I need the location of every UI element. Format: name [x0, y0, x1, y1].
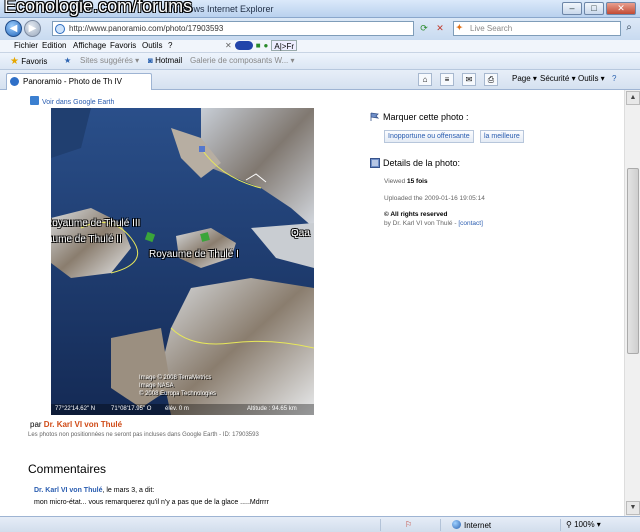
- label-thule-i: Royaume de Thulé I: [149, 249, 239, 260]
- minimize-button[interactable]: –: [562, 2, 582, 15]
- comment-text: mon micro-état... vous remarquerez qu'il…: [34, 499, 269, 506]
- latitude-readout: 77°22'14.62" N: [55, 406, 96, 412]
- hotmail-link[interactable]: ◙ Hotmail: [148, 56, 182, 65]
- hotmail-icon: ◙: [148, 56, 153, 65]
- favorites-button[interactable]: ★ Favoris: [10, 56, 47, 67]
- page-menu[interactable]: Page ▾: [512, 74, 537, 83]
- suggested-sites-link[interactable]: Sites suggérés ▾: [80, 56, 139, 65]
- comment-author-link[interactable]: Dr. Karl VI von Thulé: [34, 487, 102, 494]
- addon-green-icon[interactable]: ■: [256, 41, 261, 50]
- mark-photo-heading: Marquer cette photo :: [370, 112, 469, 122]
- status-divider: [560, 519, 561, 531]
- star-icon: ★: [10, 56, 19, 67]
- home-icon[interactable]: ⌂: [418, 73, 432, 86]
- menu-help[interactable]: ?: [168, 41, 172, 50]
- refresh-icon[interactable]: ⟳: [417, 21, 431, 36]
- maximize-button[interactable]: □: [584, 2, 604, 15]
- addon-badge-icon[interactable]: [234, 41, 253, 50]
- zoom-icon: ⚲: [566, 520, 572, 529]
- geo-note: Les photos non positionnées ne seront pa…: [28, 432, 259, 438]
- address-field[interactable]: http://www.panoramio.com/photo/17903593: [52, 21, 414, 36]
- feeds-icon[interactable]: ≡: [440, 73, 454, 86]
- menu-file[interactable]: Fichier: [14, 41, 38, 50]
- live-search-icon: ✦: [456, 23, 463, 32]
- scroll-thumb[interactable]: [627, 168, 639, 354]
- scroll-up-icon[interactable]: ▲: [626, 91, 640, 105]
- author-link[interactable]: Dr. Karl VI von Thulé: [44, 420, 122, 429]
- panoramio-icon: [10, 77, 19, 86]
- label-thule-ii: aume de Thulé II: [51, 234, 122, 245]
- mail-icon[interactable]: ✉: [462, 73, 476, 86]
- watermark: Econologie.com/forums: [4, 0, 193, 16]
- protected-mode-icon: ⚐: [405, 520, 413, 529]
- status-bar: ⚐ Internet ⚲ 100% ▾: [0, 516, 640, 532]
- zoom-control[interactable]: ⚲ 100% ▾: [566, 520, 601, 529]
- vertical-scrollbar[interactable]: ▲ ▼: [624, 90, 640, 516]
- add-favorite-icon[interactable]: ★: [64, 56, 71, 65]
- menu-view[interactable]: Affichage: [73, 41, 106, 50]
- satellite-image: [51, 108, 314, 415]
- address-toolbar: ◀ ▶ http://www.panoramio.com/photo/17903…: [0, 18, 640, 40]
- satellite-photo[interactable]: Royaume de Thulé III aume de Thulé II Ro…: [51, 108, 314, 415]
- menu-tools[interactable]: Outils: [142, 41, 162, 50]
- status-divider: [440, 519, 441, 531]
- map-copyright: Image © 2008 TerraMetrics Image NASA © 2…: [139, 375, 217, 397]
- flag-best-button[interactable]: la meilleure: [480, 130, 524, 143]
- url-text: http://www.panoramio.com/photo/17903593: [69, 24, 224, 33]
- upload-date: Uploaded the 2009-01-16 19:05:14: [384, 195, 485, 202]
- longitude-readout: 71°08'17.95" O: [111, 406, 152, 412]
- stop-icon[interactable]: ✕: [433, 21, 447, 36]
- scroll-down-icon[interactable]: ▼: [626, 501, 640, 515]
- comment-meta: Dr. Karl VI von Thulé, le mars 3, a dit:: [34, 487, 155, 494]
- gallery-link[interactable]: Galerie de composants W... ▾: [190, 56, 295, 65]
- title-bar: Windows Internet Explorer – □ ✕ Econolog…: [0, 0, 640, 18]
- flag-icon: [370, 112, 380, 121]
- contact-link[interactable]: [contact]: [458, 220, 483, 227]
- security-zone: Internet: [452, 520, 491, 530]
- search-placeholder: Live Search: [470, 24, 513, 33]
- tab-label: Panoramio - Photo de Th IV: [23, 77, 123, 86]
- security-menu[interactable]: Sécurité ▾: [540, 74, 576, 83]
- print-icon[interactable]: ⎙: [484, 73, 498, 86]
- search-icon[interactable]: ⌕: [622, 21, 636, 36]
- google-earth-link[interactable]: Voir dans Google Earth: [30, 96, 114, 106]
- label-qaa: Qaa: [291, 228, 310, 239]
- rights-text: © All rights reserved: [384, 211, 448, 218]
- by-detail: by Dr. Karl VI von Thulé - [contact]: [384, 220, 483, 227]
- window-controls: – □ ✕: [562, 2, 636, 15]
- view-count: Viewed 15 fois: [384, 178, 428, 185]
- elevation-readout: élév. 0 m: [165, 406, 189, 412]
- help-icon[interactable]: ?: [612, 74, 616, 83]
- status-divider: [380, 519, 381, 531]
- translate-button[interactable]: A|>Fr: [271, 40, 298, 51]
- tools-menu[interactable]: Outils ▾: [578, 74, 605, 83]
- details-icon: [370, 158, 380, 168]
- addon-circle-icon[interactable]: ●: [264, 41, 269, 50]
- page-icon: [55, 24, 65, 34]
- menu-edit[interactable]: Edition: [42, 41, 66, 50]
- flag-inappropriate-button[interactable]: Inopportune ou offensante: [384, 130, 474, 143]
- tab-bar: Panoramio - Photo de Th IV ⌂ ≡ ✉ ⎙ Page …: [0, 70, 640, 90]
- label-thule-iii: Royaume de Thulé III: [51, 218, 141, 229]
- map-status-bar: 77°22'14.62" N 71°08'17.95" O élév. 0 m …: [51, 404, 314, 415]
- comments-heading: Commentaires: [28, 462, 107, 476]
- altitude-readout: Altitude : 94.65 km: [247, 406, 297, 412]
- favorites-bar: ★ Favoris ★ Sites suggérés ▾ ◙ Hotmail G…: [0, 53, 640, 70]
- addon-toolbar: ✕ ■ ● A|>Fr: [225, 40, 298, 51]
- menu-favorites[interactable]: Favoris: [110, 41, 136, 50]
- page-content: Voir dans Google Earth Royaume de Thulé …: [0, 90, 624, 516]
- tab-panoramio[interactable]: Panoramio - Photo de Th IV: [6, 73, 152, 90]
- search-field[interactable]: ✦ Live Search: [453, 21, 621, 36]
- close-button[interactable]: ✕: [606, 2, 636, 15]
- forward-button[interactable]: ▶: [24, 20, 41, 37]
- back-button[interactable]: ◀: [5, 20, 22, 37]
- details-heading: Details de la photo:: [370, 158, 460, 168]
- google-earth-icon: [30, 96, 39, 105]
- globe-icon: [452, 520, 461, 529]
- menu-bar: Fichier Edition Affichage Favoris Outils…: [0, 40, 640, 53]
- photo-author-line: par Dr. Karl VI von Thulé: [30, 420, 123, 429]
- close-toolbar-icon[interactable]: ✕: [225, 41, 232, 50]
